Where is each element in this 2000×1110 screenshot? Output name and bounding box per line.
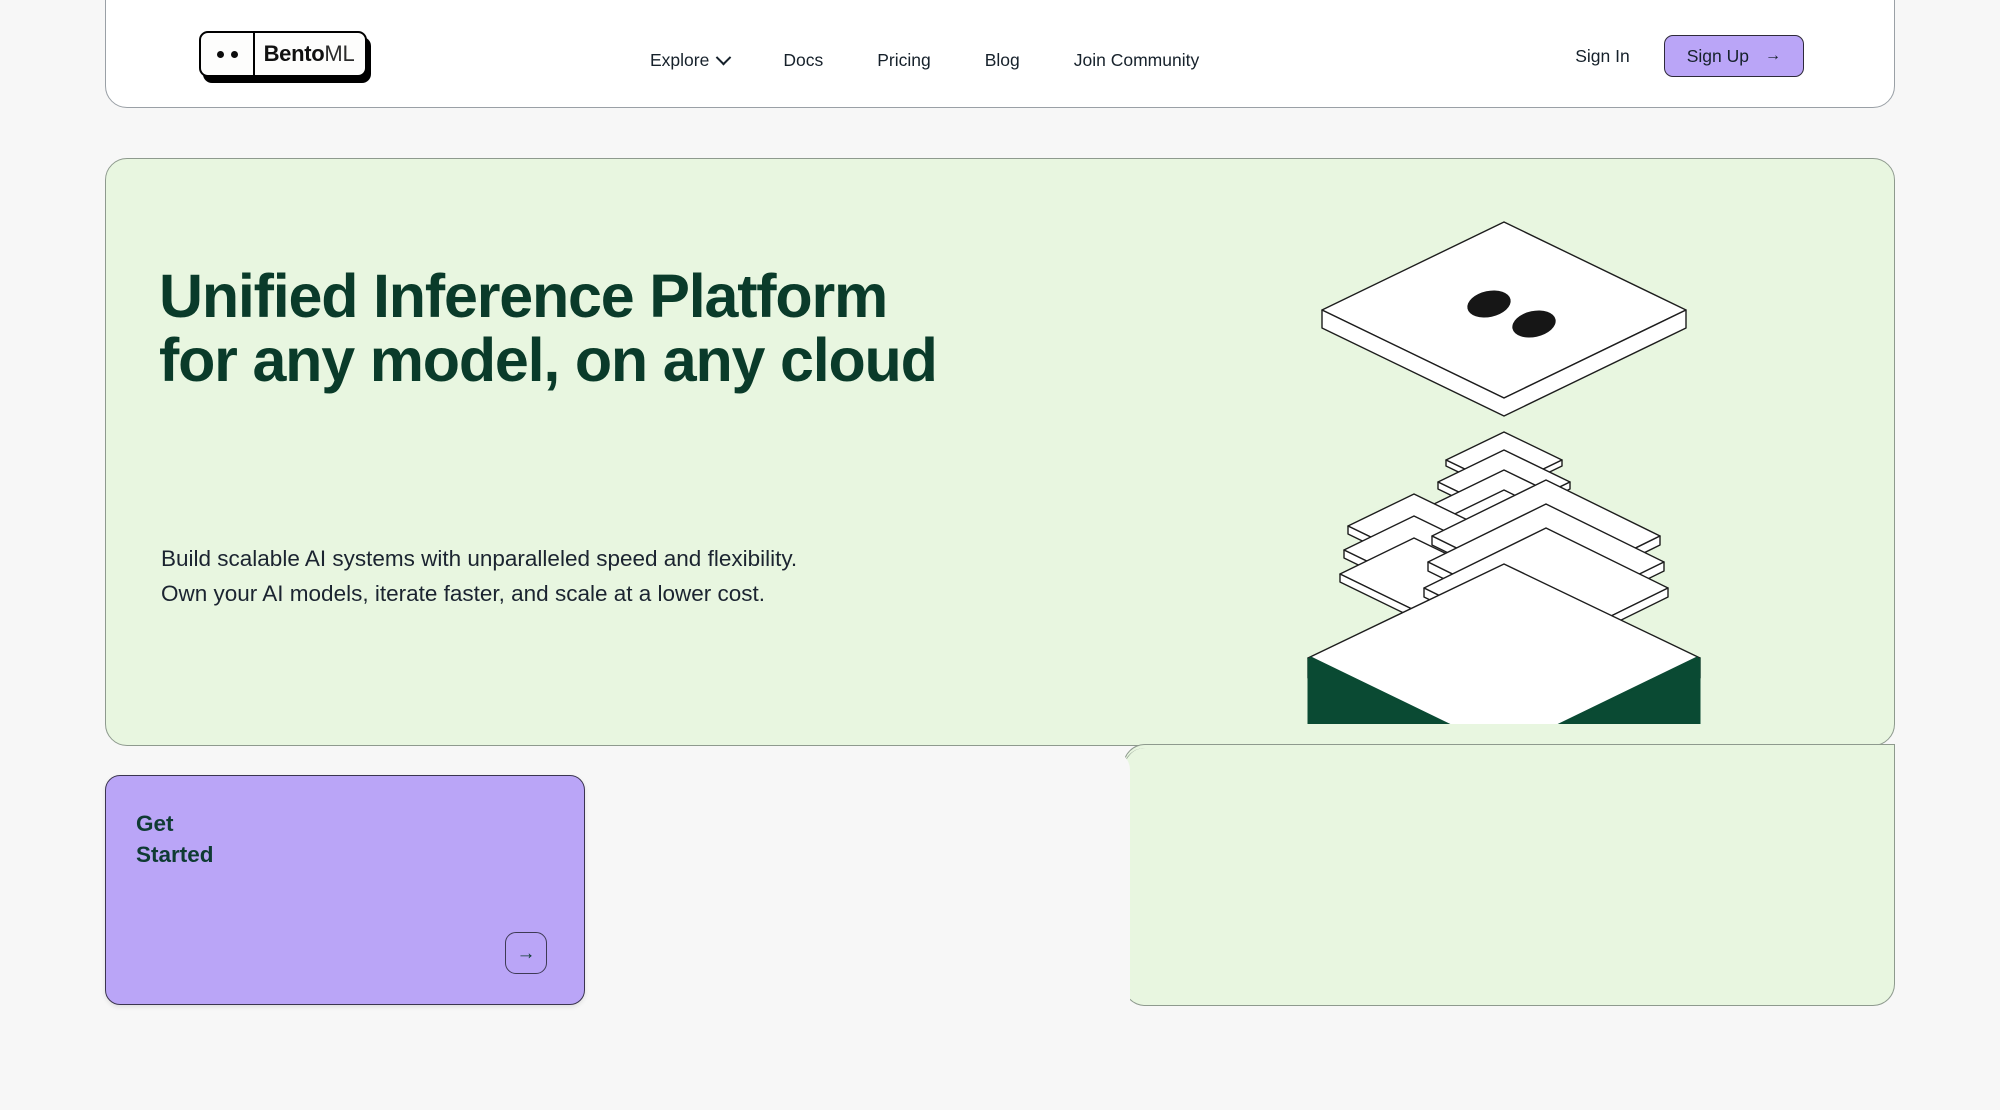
- isometric-bento-box-illustration: [1294, 204, 1714, 724]
- bentoml-logo[interactable]: BentoML: [199, 31, 371, 81]
- nav-item-docs[interactable]: Docs: [756, 44, 850, 77]
- bento-dots-icon: [201, 33, 255, 75]
- logo-dot-right: [231, 51, 238, 58]
- logo-dot-left: [217, 51, 224, 58]
- logo-wordmark-light: ML: [324, 41, 354, 67]
- nav-item-join-community-label: Join Community: [1074, 50, 1199, 71]
- nav-item-pricing-label: Pricing: [877, 50, 931, 71]
- page-root: BentoML Explore Docs Pricing Blog Join C…: [0, 0, 2000, 1110]
- nav-item-blog-label: Blog: [985, 50, 1020, 71]
- nav-item-explore-label: Explore: [650, 50, 709, 71]
- nav-item-docs-label: Docs: [783, 50, 823, 71]
- logo-box: BentoML: [199, 31, 367, 77]
- sign-up-button[interactable]: Sign Up →: [1664, 35, 1804, 77]
- nav-item-pricing[interactable]: Pricing: [850, 44, 958, 77]
- logo-wordmark-bold: Bento: [264, 41, 325, 67]
- page-title: Unified Inference Platform for any model…: [159, 264, 937, 392]
- nav-item-blog[interactable]: Blog: [958, 44, 1047, 77]
- card-gutter: [600, 750, 1130, 1012]
- get-started-card-title: Get Started: [136, 809, 214, 870]
- arrow-right-icon[interactable]: →: [505, 932, 547, 974]
- arrow-right-icon: →: [1765, 48, 1781, 64]
- hero-panel: Unified Inference Platform for any model…: [105, 158, 1895, 746]
- get-started-card[interactable]: Get Started →: [105, 775, 585, 1005]
- hero-subtitle: Build scalable AI systems with unparalle…: [161, 542, 797, 612]
- site-header: BentoML Explore Docs Pricing Blog Join C…: [105, 0, 1895, 108]
- chevron-down-icon: [716, 50, 732, 66]
- header-actions: Sign In Sign Up →: [1575, 35, 1804, 77]
- logo-wordmark: BentoML: [255, 33, 365, 75]
- main-nav: Explore Docs Pricing Blog Join Community: [623, 44, 1226, 77]
- nav-item-explore[interactable]: Explore: [623, 44, 756, 77]
- sign-up-label: Sign Up: [1687, 46, 1749, 67]
- nav-item-join-community[interactable]: Join Community: [1047, 44, 1226, 77]
- sign-in-link[interactable]: Sign In: [1575, 46, 1629, 67]
- hero-lower-panel: [1123, 748, 1895, 1006]
